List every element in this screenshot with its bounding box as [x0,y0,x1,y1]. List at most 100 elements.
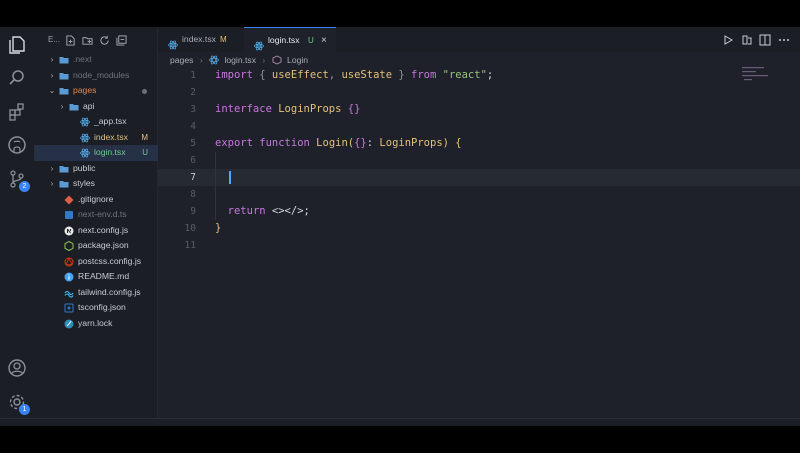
tree-item[interactable]: tailwind.config.js [34,285,158,301]
tree-item[interactable]: postcss.config.js [34,254,158,270]
tree-item[interactable]: .gitignore [34,192,158,208]
code-line[interactable]: 6 [158,152,800,169]
code-line[interactable]: 11 [158,237,800,254]
tree-item[interactable]: README.md [34,269,158,285]
chevron-right-icon[interactable]: › [48,52,56,68]
react-icon [80,117,90,127]
collapse-all-icon[interactable] [116,33,127,46]
tree-item-label: api [83,100,95,111]
breadcrumb-folder[interactable]: pages [170,53,193,67]
close-icon[interactable]: × [321,28,327,53]
tree-item[interactable]: › public [34,161,158,177]
code-line[interactable]: 8 [158,186,800,203]
vscode-window: 2 1 E... › .next › node_modules ⌄ pages › api _a… [0,27,800,426]
code-token: "react" [442,69,487,81]
tree-item[interactable]: login.tsx U [34,145,158,161]
code-line[interactable]: 9 return <></>; [158,203,800,220]
code-token: interface [215,103,272,115]
chevron-right-icon[interactable]: › [48,68,56,84]
folder-icon [59,55,69,64]
tree-item-label: .next [73,54,92,64]
tab-label: index.tsx [182,34,216,44]
activity-bar: 2 1 [0,27,34,418]
react-icon [80,133,90,142]
status-bar [0,418,800,426]
tab-index-tsx[interactable]: index.tsx M [158,27,244,52]
line-number: 7 [190,172,196,183]
new-file-icon[interactable] [65,33,76,46]
code-line[interactable]: 5 export function Login({}: LoginProps) { [158,135,800,152]
tree-item-label: public [73,162,96,173]
tree-item-label: tailwind.config.js [78,286,141,297]
git-icon [64,195,74,204]
chevron-right-icon[interactable]: › [48,161,56,177]
tree-item[interactable]: tsconfig.json [34,300,158,316]
tree-item-label: next.config.js [78,224,129,235]
search-icon[interactable] [7,68,27,88]
nextjs-icon [64,226,74,235]
split-editor-icon[interactable] [759,33,771,46]
tree-item[interactable]: next-env.d.ts [34,207,158,223]
refresh-icon[interactable] [99,33,110,45]
tree-item[interactable]: › styles [34,176,158,192]
code-token: function [259,137,310,149]
extensions-icon[interactable] [7,102,27,122]
code-token: <></>; [265,205,310,217]
run-icon[interactable] [722,33,734,45]
account-icon[interactable] [7,358,27,378]
github-icon[interactable] [7,135,27,155]
breadcrumb-file[interactable]: login.tsx [224,53,256,67]
minimap[interactable] [742,67,772,81]
explorer-icon[interactable] [7,35,27,55]
chevron-right-icon[interactable]: › [58,99,66,115]
chevron-right-icon[interactable]: › [48,176,56,192]
code-token: } [392,69,412,81]
tree-item[interactable]: › api [34,99,158,115]
modified-dot [142,89,147,94]
breadcrumb-symbol[interactable]: Login [287,53,308,67]
code-token: , [328,69,342,81]
line-number: 5 [190,138,196,149]
tree-item[interactable]: next.config.js [34,223,158,239]
chevron-down-icon[interactable]: ⌄ [48,83,56,99]
react-icon [254,36,264,51]
code-token: { [455,137,462,149]
explorer-title: E... [48,35,61,44]
tree-item-label: login.tsx [94,147,126,157]
more-actions-icon[interactable] [778,33,790,45]
code-token: { [252,69,272,81]
new-folder-icon[interactable] [82,33,93,45]
tree-item-label: next-env.d.ts [78,209,127,219]
source-control-icon[interactable]: 2 [7,169,30,192]
code-token: Login [316,137,348,149]
npm-icon [64,240,74,252]
folder-icon [59,179,69,188]
code-line[interactable]: 2 [158,84,800,101]
tab-login-tsx[interactable]: login.tsx U × [244,27,336,52]
tree-item-label: node_modules [73,69,130,80]
line-number: 10 [184,223,196,234]
code-line[interactable]: 7 [158,169,800,186]
tree-item[interactable]: index.tsx M [34,130,158,146]
code-line[interactable]: 10} [158,220,800,237]
folder-icon [59,164,69,173]
line-number: 9 [190,206,196,217]
tree-item[interactable]: › node_modules [34,68,158,84]
code-line[interactable]: 1 import { useEffect, useState } from "re… [158,67,800,84]
tree-item[interactable]: package.json [34,238,158,254]
yarn-icon [64,319,74,328]
tree-item-label: _app.tsx [94,116,127,126]
tree-item[interactable]: › .next [34,52,158,68]
code-text: } [215,220,221,237]
code-line[interactable]: 3 interface LoginProps {} [158,101,800,118]
tree-item[interactable]: _app.tsx [34,114,158,130]
tree-item-label: index.tsx [94,131,128,142]
editor-area: index.tsx M login.tsx U × pages › login.… [158,27,800,418]
compare-icon[interactable] [741,33,753,45]
tree-item[interactable]: ⌄ pages [34,83,158,99]
code-line[interactable]: 4 [158,118,800,135]
code-text: return <></>; [215,203,310,220]
tree-item[interactable]: yarn.lock [34,316,158,332]
settings-gear-icon[interactable]: 1 [7,392,30,415]
